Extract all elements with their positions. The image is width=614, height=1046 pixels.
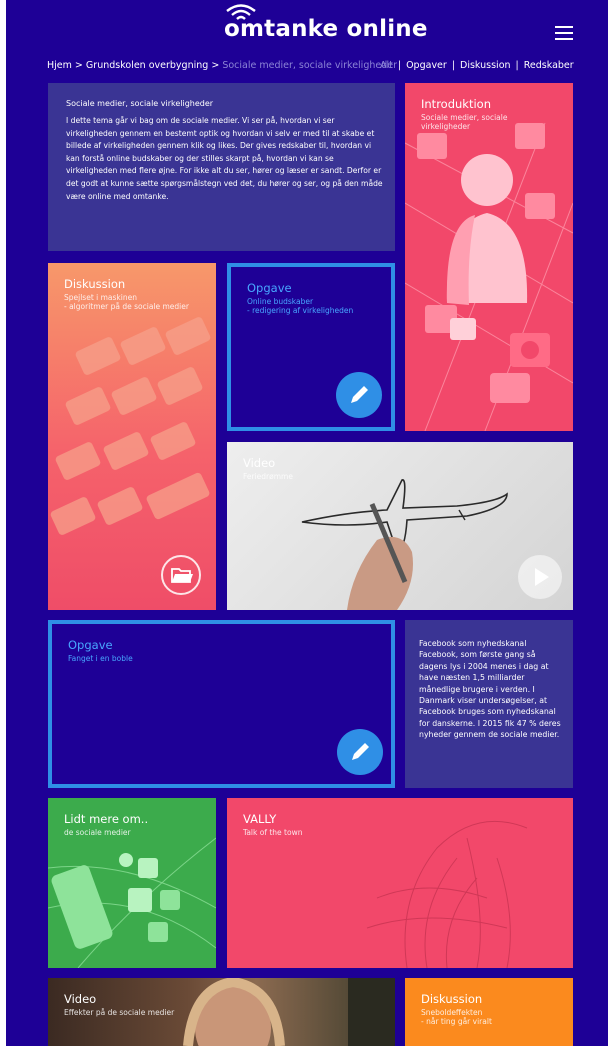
- tile-subtitle: Sociale medier, sociale virkeligheder: [421, 113, 508, 131]
- filter-tabs: Alt | Opgaver | Diskussion | Redskaber: [380, 60, 574, 71]
- pencil-icon: [337, 729, 383, 775]
- intro-body: I dette tema går vi bag om de sociale me…: [66, 116, 383, 201]
- logo[interactable]: omtanke online: [224, 2, 427, 46]
- page: omtanke online Hjem > Grundskolen overby…: [6, 0, 608, 1046]
- tile-subtitle: Online budskaber - redigering af virkeli…: [247, 297, 354, 315]
- tile-lidt-mere-om[interactable]: Lidt mere om.. de sociale medier: [48, 798, 216, 968]
- brand-name: omtanke online: [224, 16, 428, 42]
- folder-icon: [161, 555, 201, 595]
- tile-title: Lidt mere om..: [64, 812, 149, 826]
- pencil-icon: [336, 372, 382, 418]
- tile-subtitle: de sociale medier: [64, 828, 131, 837]
- tile-subtitle: Sneboldeffekten - når ting går viralt: [421, 1008, 492, 1026]
- tile-diskussion-sneboldeffekten[interactable]: Diskussion Sneboldeffekten - når ting gå…: [405, 978, 573, 1046]
- social-network-illustration: [405, 122, 573, 431]
- tile-video-effekter[interactable]: Video Effekter på de sociale medier: [48, 978, 395, 1046]
- tile-subtitle: Fanget i en boble: [68, 654, 133, 663]
- hamburger-menu-icon[interactable]: [555, 26, 573, 40]
- tile-subtitle: Talk of the town: [243, 828, 303, 837]
- tile-diskussion-algoritmer[interactable]: Diskussion Spejlset i maskinen - algorit…: [48, 263, 216, 610]
- tile-video-feriedromme[interactable]: Video Feriedrømme: [227, 442, 573, 610]
- panel-facebook-nyhedskanal: Facebook som nyhedskanal Facebook, som f…: [405, 620, 573, 788]
- tile-title: VALLY: [243, 812, 277, 826]
- play-icon: [518, 555, 562, 599]
- tile-title: Introduktion: [421, 97, 491, 111]
- breadcrumb-separator: >: [74, 60, 83, 71]
- tile-title: Opgave: [247, 281, 292, 295]
- filter-opgaver[interactable]: Opgaver: [406, 60, 447, 71]
- tile-subtitle: Spejlset i maskinen - algoritmer på de s…: [64, 293, 189, 311]
- breadcrumb-current: Sociale medier, sociale virkeligheder: [222, 60, 397, 71]
- breadcrumb: Hjem > Grundskolen overbygning > Sociale…: [47, 60, 397, 71]
- filter-all[interactable]: Alt: [380, 60, 393, 71]
- tile-subtitle: Effekter på de sociale medier: [64, 1008, 175, 1017]
- filter-redskaber[interactable]: Redskaber: [524, 60, 574, 71]
- sketch-face-illustration: [366, 820, 528, 968]
- tile-title: Video: [243, 456, 276, 470]
- tile-title: Diskussion: [421, 992, 483, 1006]
- tile-subtitle: Feriedrømme: [243, 472, 293, 481]
- breadcrumb-level1[interactable]: Grundskolen overbygning: [86, 60, 208, 71]
- facebook-text: Facebook som nyhedskanal Facebook, som f…: [419, 639, 561, 740]
- intro-panel: Sociale medier, sociale virkeligheder I …: [48, 83, 395, 251]
- tile-title: Opgave: [68, 638, 113, 652]
- breadcrumb-separator: >: [211, 60, 220, 71]
- filter-diskussion[interactable]: Diskussion: [460, 60, 511, 71]
- tile-introduktion[interactable]: Introduktion Sociale medier, sociale vir…: [405, 83, 573, 431]
- tile-title: Diskussion: [64, 277, 126, 291]
- tile-opgave-fanget-i-en-boble[interactable]: Opgave Fanget i en boble: [48, 620, 395, 788]
- tile-vally[interactable]: VALLY Talk of the town: [227, 798, 573, 968]
- tile-opgave-online-budskaber[interactable]: Opgave Online budskaber - redigering af …: [227, 263, 395, 431]
- tile-title: Video: [64, 992, 97, 1006]
- intro-heading: Sociale medier, sociale virkeligheder: [66, 99, 214, 108]
- breadcrumb-home[interactable]: Hjem: [47, 60, 72, 71]
